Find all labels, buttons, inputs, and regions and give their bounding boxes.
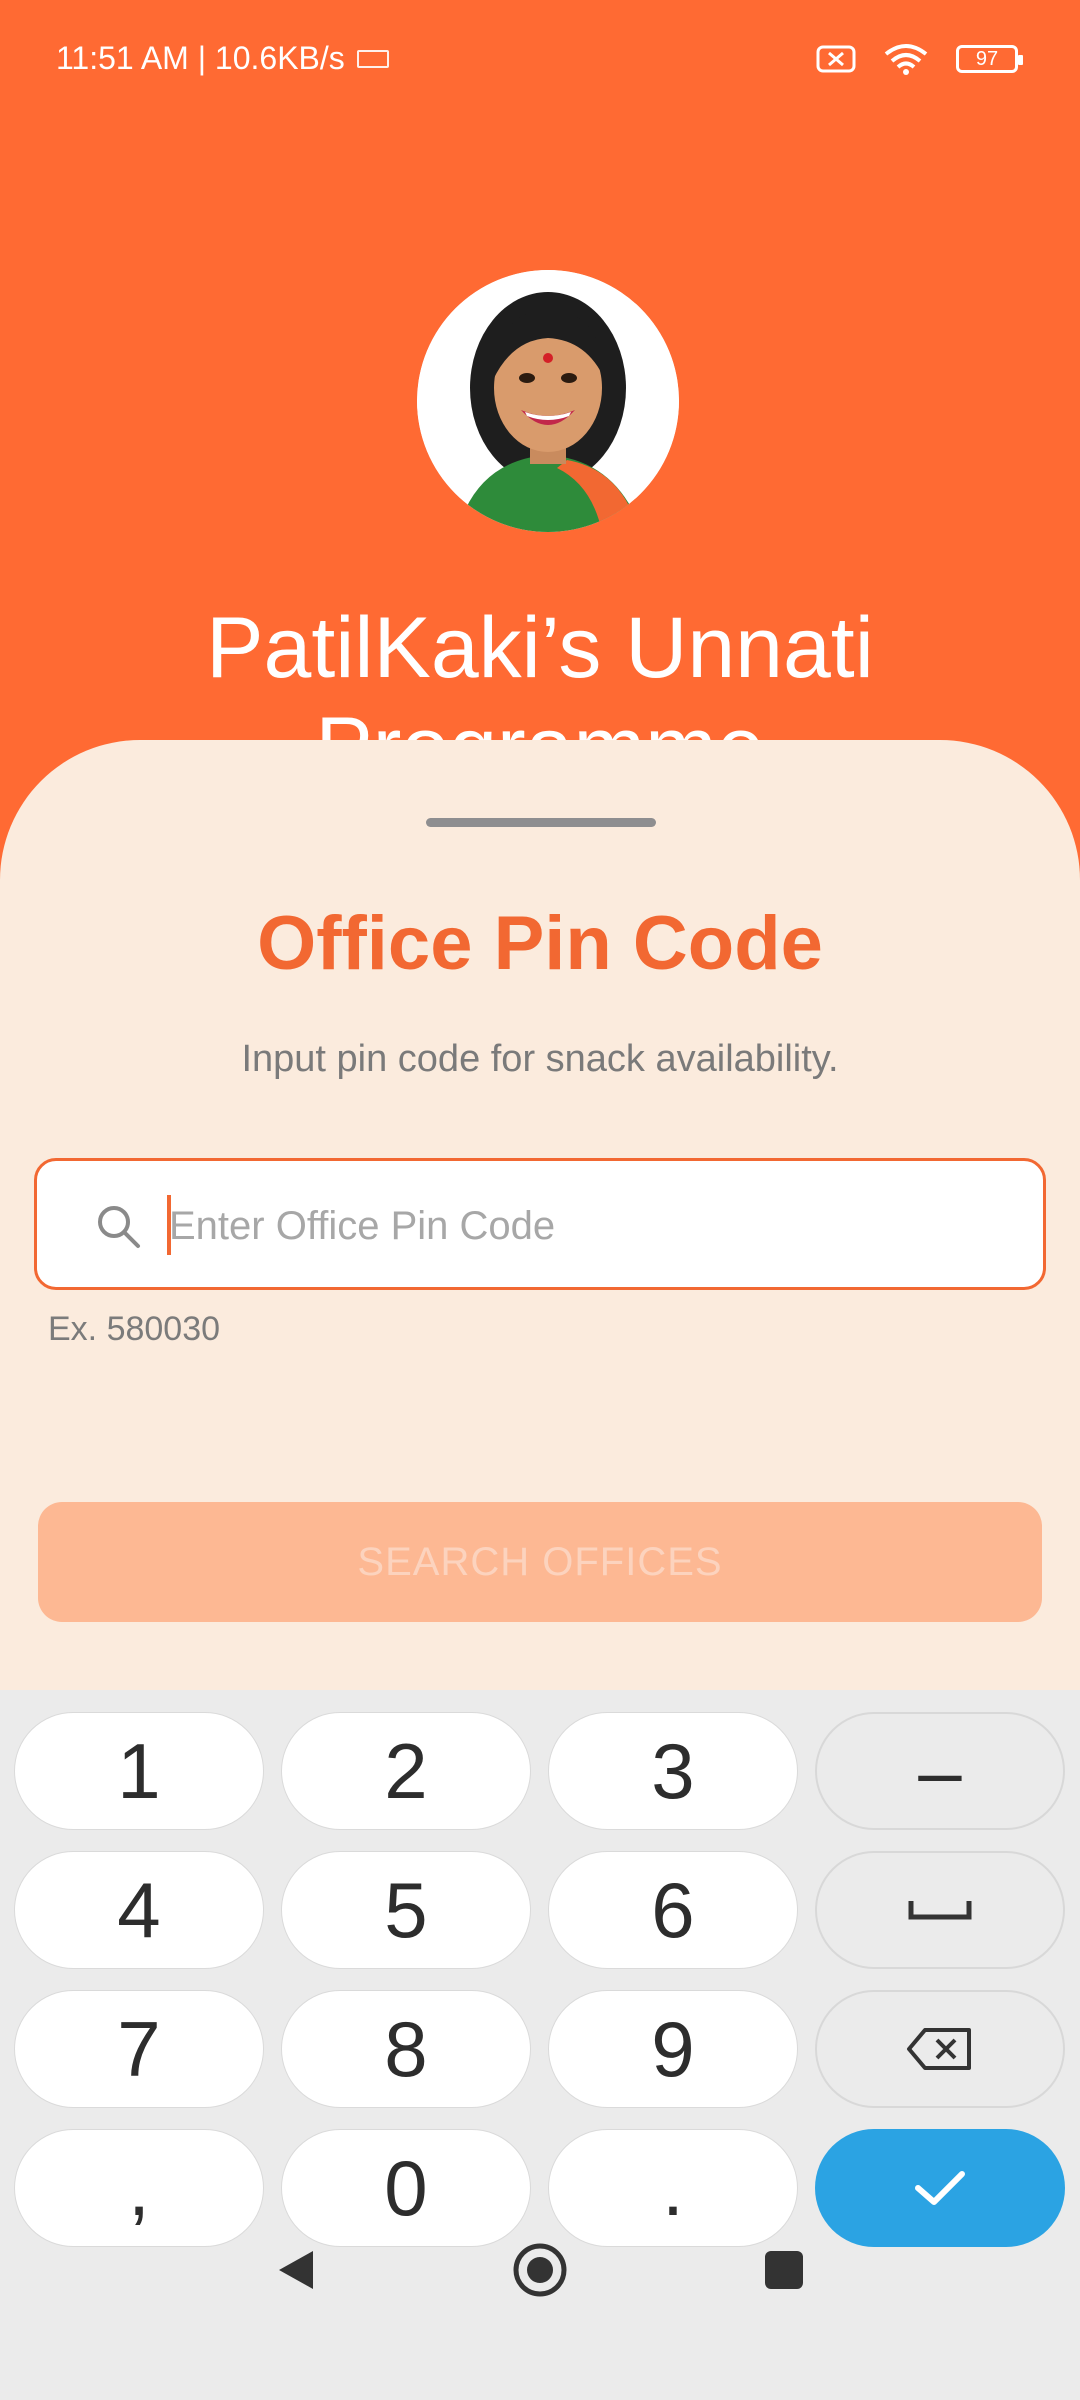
nav-back-button[interactable]: [256, 2230, 336, 2310]
key-2[interactable]: 2: [281, 1712, 531, 1830]
battery-icon: 97: [956, 45, 1023, 73]
system-nav-bar: [0, 2230, 1080, 2340]
pin-code-hint: Ex. 580030: [48, 1310, 221, 1348]
search-icon: [98, 1206, 140, 1248]
status-left: 11:51 AM | 10.6KB/s: [56, 40, 389, 77]
key-8[interactable]: 8: [281, 1990, 531, 2108]
wifi-icon: [884, 44, 928, 75]
key-1[interactable]: 1: [14, 1712, 264, 1830]
status-right: 97: [816, 42, 1023, 76]
key-3[interactable]: 3: [548, 1712, 798, 1830]
key-9[interactable]: 9: [548, 1990, 798, 2108]
key-dash[interactable]: –: [815, 1712, 1065, 1830]
checkmark-icon: [915, 2171, 965, 2205]
back-triangle-icon: [279, 2251, 313, 2289]
pin-code-field[interactable]: [34, 1158, 1046, 1290]
patilkaki-avatar: [417, 270, 679, 532]
sheet-title: Office Pin Code: [257, 901, 823, 986]
hero-header: PatilKaki’s Unnati Programme: [0, 120, 1080, 820]
key-6[interactable]: 6: [548, 1851, 798, 1969]
sheet-drag-handle[interactable]: [426, 818, 656, 827]
backspace-icon: [907, 2028, 971, 2070]
nav-home-button[interactable]: [500, 2230, 580, 2310]
sim-off-icon: [816, 45, 856, 73]
search-offices-button[interactable]: SEARCH OFFICES: [38, 1502, 1042, 1622]
key-5[interactable]: 5: [281, 1851, 531, 1969]
space-icon: [908, 1901, 972, 1920]
status-time-speed: 11:51 AM | 10.6KB/s: [56, 40, 345, 76]
battery-level: 97: [975, 47, 999, 70]
home-circle-icon: [513, 2243, 567, 2297]
pin-code-sheet: Office Pin Code Input pin code for snack…: [0, 740, 1080, 1740]
key-backspace[interactable]: [815, 1990, 1065, 2108]
key-7[interactable]: 7: [14, 1990, 264, 2108]
pin-code-input[interactable]: [167, 1187, 1011, 1265]
sheet-subtitle: Input pin code for snack availability.: [241, 1038, 839, 1080]
key-4[interactable]: 4: [14, 1851, 264, 1969]
app-title-line-1: PatilKaki’s Unnati: [206, 600, 874, 696]
nav-recents-button[interactable]: [744, 2230, 824, 2310]
key-space[interactable]: [815, 1851, 1065, 1969]
status-bar: 11:51 AM | 10.6KB/s 97: [0, 0, 1080, 120]
keyboard-icon: [356, 49, 389, 68]
recents-square-icon: [765, 2251, 803, 2289]
